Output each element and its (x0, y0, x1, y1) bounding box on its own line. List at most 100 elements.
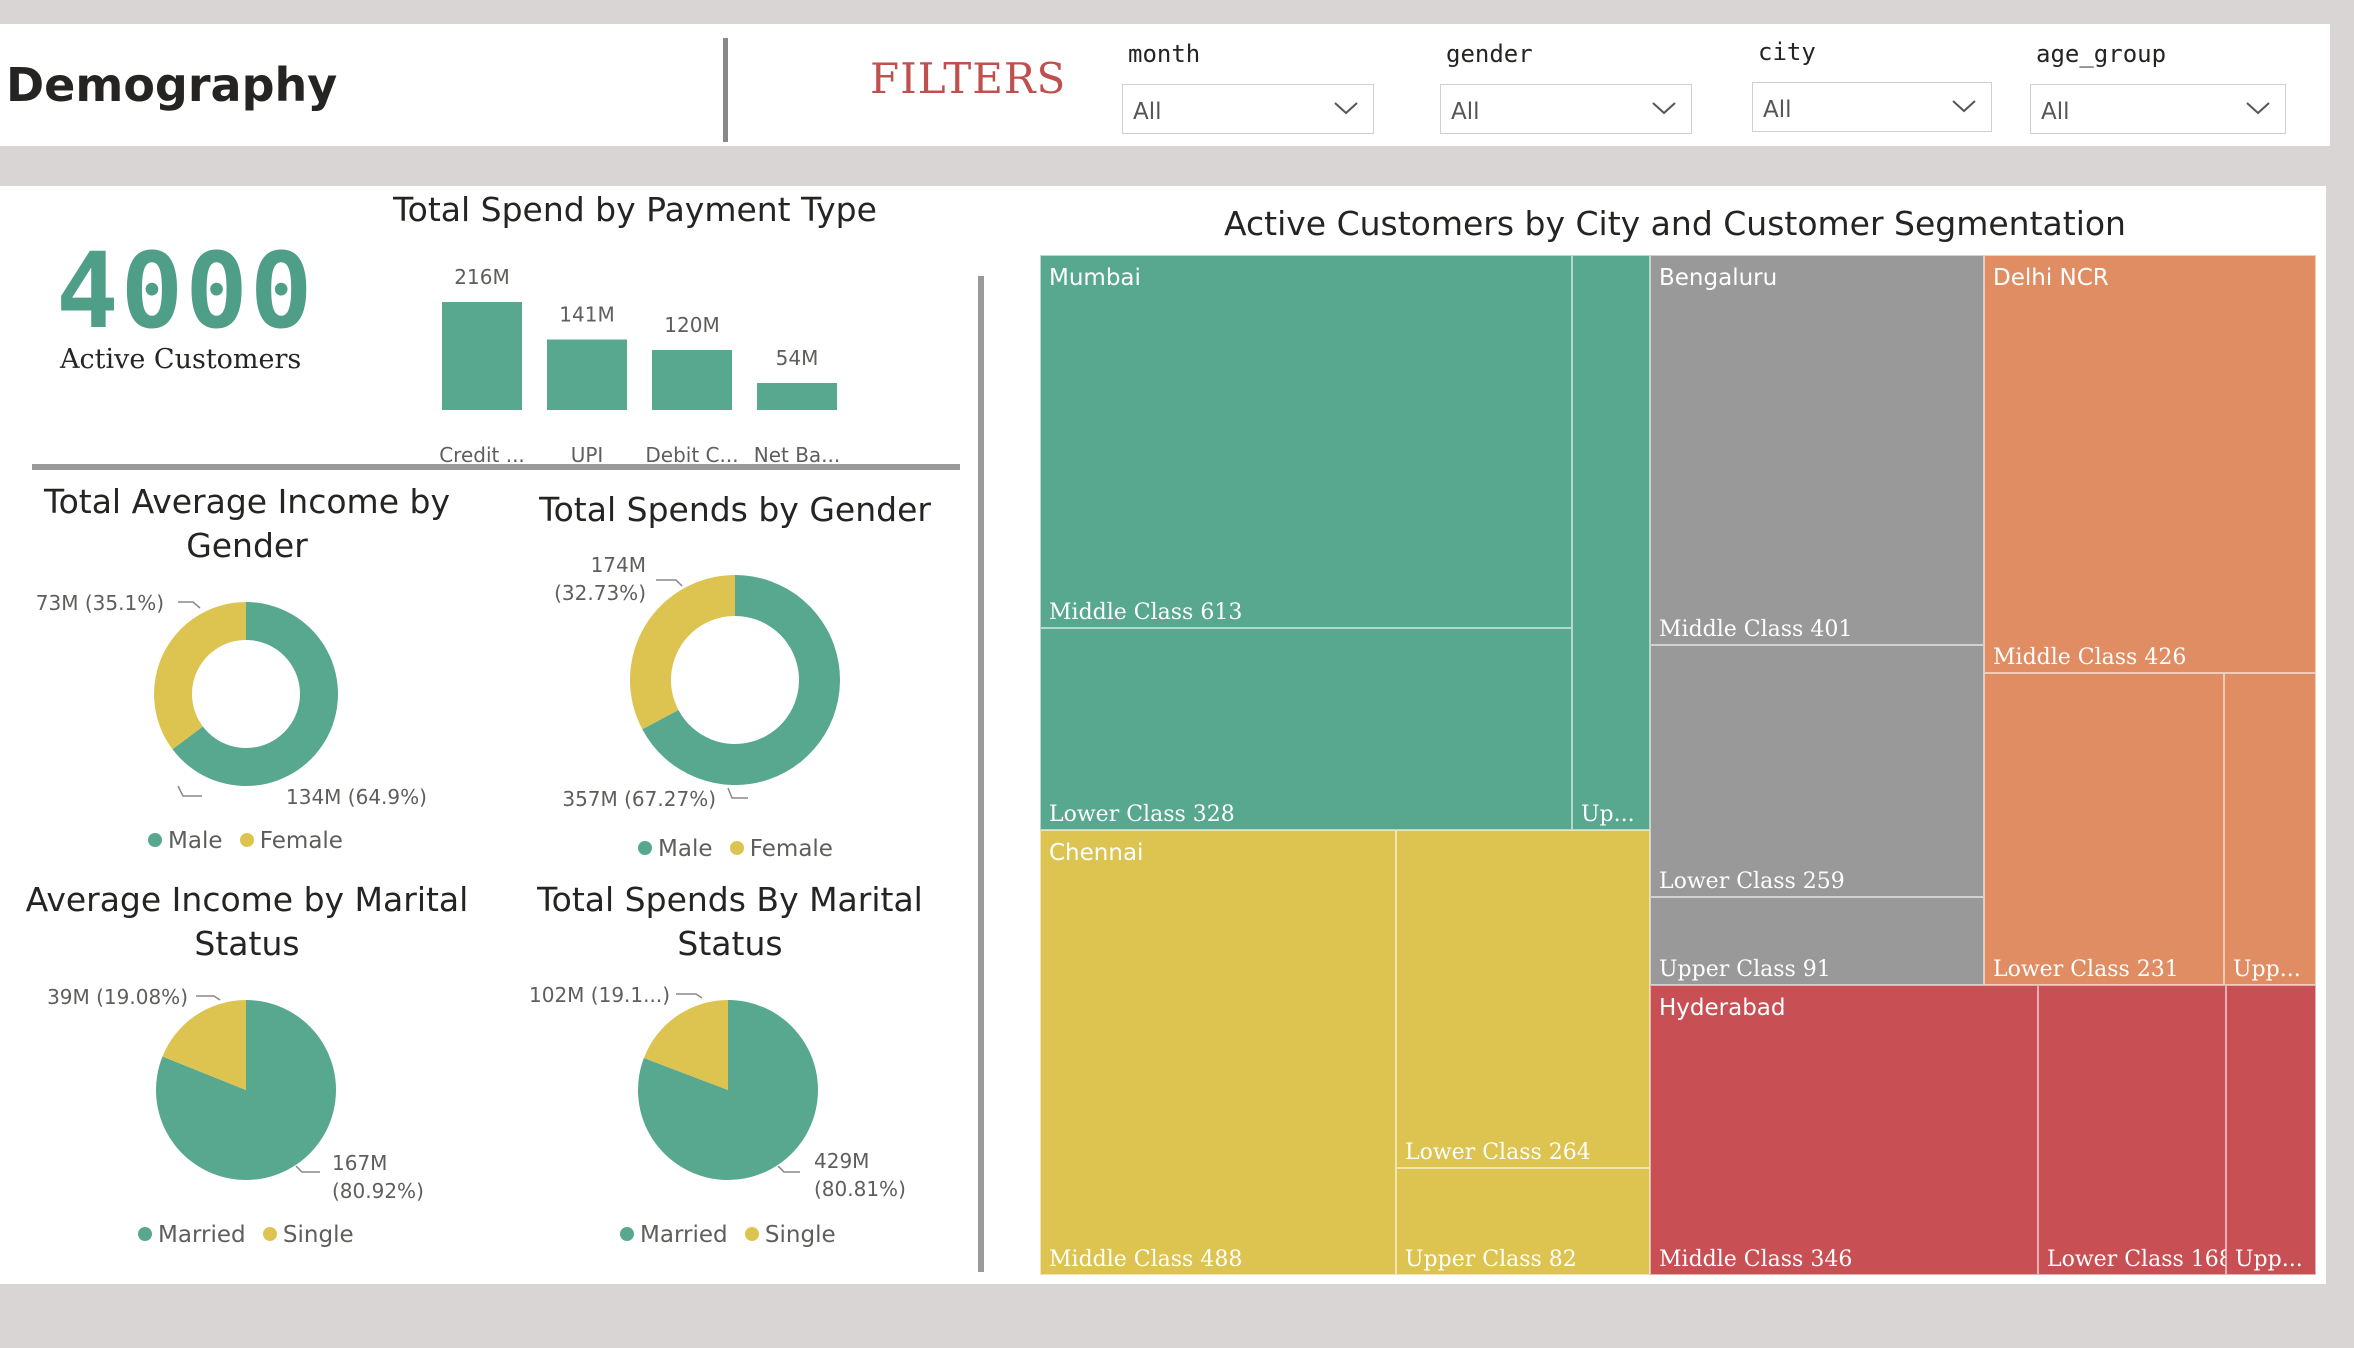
header-divider (723, 38, 728, 142)
income-by-gender-title-line1: Total Average Income by (44, 482, 450, 521)
slicer-label-age-group: age_group (2036, 40, 2167, 68)
leader-line (656, 579, 683, 587)
gender-dropdown[interactable]: All (1440, 84, 1692, 134)
income-by-gender-donut[interactable]: 134M (64.9%) 73M (35.1%) (30, 580, 470, 820)
spends-by-marital-legend: Married Single (620, 1222, 836, 1248)
legend-label-single: Single (764, 1222, 836, 1248)
treemap-tile[interactable]: Lower Class 231 (1984, 673, 2224, 985)
treemap-tile[interactable]: Upper Class 82 (1396, 1168, 1650, 1275)
gender-selected-value: All (1451, 99, 1480, 125)
leader-line (727, 787, 748, 799)
legend-dot-married (138, 1226, 152, 1241)
page-title: Demography (6, 58, 338, 112)
treemap-tile[interactable]: Upp... (2224, 673, 2316, 985)
spends-by-gender-title: Total Spends by Gender (500, 488, 970, 532)
kpi-active-customers-value: 4000 (56, 230, 315, 352)
slice-data-label: 167M (332, 1151, 387, 1175)
bar-2[interactable] (652, 350, 732, 410)
chevron-down-icon (1952, 100, 1976, 113)
filters-title: FILTERS (870, 54, 1067, 103)
slice-data-label: (80.92%) (332, 1179, 424, 1203)
kpi-active-customers-label: Active Customers (60, 344, 302, 375)
spends-by-marital-title: Total Spends By Marital Status (500, 878, 960, 966)
legend-label-female: Female (749, 836, 833, 862)
bar-0[interactable] (442, 302, 522, 410)
bar-data-label: 54M (776, 346, 819, 370)
slice-data-label: (80.81%) (814, 1177, 906, 1201)
treemap-tile-label: Middle Class 488 (1049, 1247, 1243, 1272)
bar-data-label: 216M (454, 265, 509, 289)
slice-data-label: 134M (64.9%) (286, 785, 427, 809)
treemap-city-label: Hyderabad (1659, 995, 1786, 1021)
treemap-tile[interactable]: Middle Class 401 (1650, 255, 1984, 645)
legend-dot-married (620, 1226, 634, 1241)
income-by-marital-pie[interactable]: 167M (80.92%) 39M (19.08%) (30, 970, 470, 1210)
legend-label-married: Married (640, 1222, 728, 1248)
treemap-tile-label: Lower Class 168 (2047, 1247, 2233, 1272)
leader-line (178, 601, 201, 609)
treemap-city-label: Chennai (1049, 840, 1144, 866)
legend-label-single: Single (282, 1222, 354, 1248)
panel-divider (978, 276, 984, 1272)
treemap-city-label: Mumbai (1049, 265, 1141, 291)
spends-by-marital-title-line2: Status (677, 924, 783, 963)
bar-data-label: 141M (559, 303, 614, 327)
treemap-tile-label: Middle Class 613 (1049, 600, 1243, 625)
treemap-tile-label: Middle Class 426 (1993, 645, 2187, 670)
city-segmentation-treemap[interactable]: Middle Class 613 Lower Class 328 Up... Mumb… (1040, 255, 2316, 1275)
treemap-tile[interactable]: Middle Class 613 (1040, 255, 1572, 628)
treemap-tile[interactable]: Up... (1572, 255, 1650, 830)
city-dropdown[interactable]: All (1752, 82, 1992, 132)
bar-1[interactable] (547, 339, 627, 411)
legend-dot-single (262, 1226, 277, 1241)
treemap-tile-label: Upp... (2233, 957, 2301, 982)
bar-data-label: 120M (664, 313, 719, 337)
treemap-city-label: Delhi NCR (1993, 265, 2109, 291)
income-by-marital-title-line2: Status (194, 924, 300, 963)
chevron-down-icon (1334, 102, 1358, 115)
age-group-dropdown[interactable]: All (2030, 84, 2286, 134)
treemap-tile[interactable]: Upper Class 91 (1650, 897, 1984, 985)
treemap-tile[interactable]: Lower Class 264 (1396, 830, 1650, 1168)
treemap-tile[interactable]: Lower Class 328 (1040, 628, 1572, 830)
treemap-tile[interactable]: Lower Class 259 (1650, 645, 1984, 897)
spends-by-gender-donut[interactable]: 357M (67.27%) 174M (32.73%) (500, 548, 970, 828)
treemap-tile-label: Upper Class 82 (1405, 1247, 1577, 1272)
slice-data-label: 39M (19.08%) (47, 985, 188, 1009)
spends-by-gender-legend: Male Female (638, 836, 833, 862)
legend-dot-male (148, 832, 162, 847)
slicer-label-gender: gender (1446, 40, 1533, 68)
legend-label-female: Female (259, 828, 343, 854)
income-by-gender-legend: Male Female (148, 828, 343, 854)
treemap-tile-label: Upp... (2235, 1247, 2303, 1272)
treemap-tile[interactable]: Middle Class 426 (1984, 255, 2316, 673)
treemap-tile-label: Up... (1581, 802, 1635, 827)
city-selected-value: All (1763, 97, 1792, 123)
slice-female[interactable] (154, 602, 246, 750)
chevron-down-icon (1652, 102, 1676, 115)
treemap-tile-label: Lower Class 259 (1659, 869, 1845, 894)
treemap-tile[interactable]: Lower Class 168 (2038, 985, 2233, 1275)
payment-type-bar-chart[interactable]: 216MCredit ...141MUPI120MDebit C...54MNe… (420, 250, 860, 470)
age-group-selected-value: All (2041, 99, 2070, 125)
income-by-marital-title: Average Income by Marital Status (20, 878, 474, 966)
treemap-tile[interactable]: Upp... (2226, 985, 2316, 1275)
treemap-city-label: Bengaluru (1659, 265, 1778, 291)
income-by-marital-legend: Married Single (138, 1222, 354, 1248)
treemap-tile-label: Lower Class 328 (1049, 802, 1235, 827)
legend-dot-male (638, 840, 652, 855)
spends-by-marital-pie[interactable]: 429M (80.81%) 102M (19.1...) (510, 970, 960, 1210)
bar-3[interactable] (757, 383, 837, 410)
treemap-title: Active Customers by City and Customer Se… (1224, 204, 2126, 243)
treemap-tile[interactable]: Middle Class 346 (1650, 985, 2038, 1275)
slicer-label-city: city (1758, 38, 1816, 66)
leader-line (295, 1165, 320, 1173)
income-by-gender-title: Total Average Income by Gender (20, 480, 474, 568)
month-dropdown[interactable]: All (1122, 84, 1374, 134)
treemap-tile[interactable]: Middle Class 488 (1040, 830, 1396, 1275)
slice-data-label: 429M (814, 1149, 869, 1173)
spends-by-marital-title-line1: Total Spends By Marital (537, 880, 923, 919)
section-divider (32, 464, 960, 470)
slicer-label-month: month (1128, 40, 1201, 68)
slice-data-label: 102M (19.1...) (529, 983, 670, 1007)
